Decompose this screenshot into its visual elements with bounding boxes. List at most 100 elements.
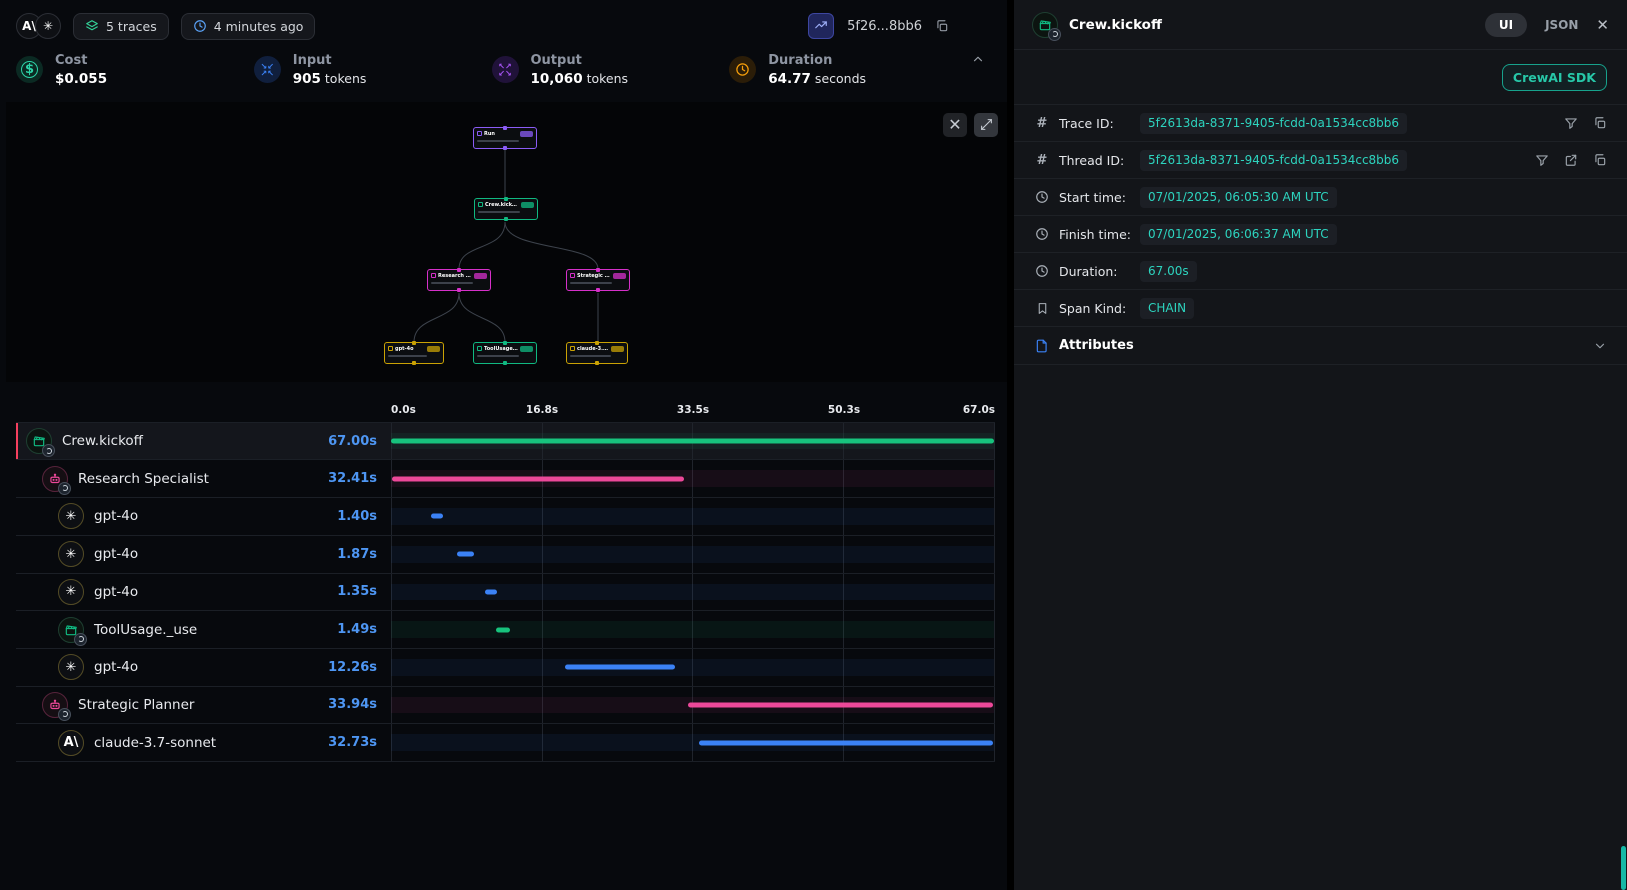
graph-node-run[interactable]: Run <box>473 127 537 149</box>
copy-icon[interactable] <box>935 19 949 33</box>
hash-icon: # <box>1034 153 1050 168</box>
span-bar[interactable] <box>699 740 994 745</box>
close-icon: ✕ <box>948 115 961 134</box>
row-tint <box>391 584 994 601</box>
tab-ui[interactable]: UI <box>1485 13 1527 37</box>
field-label: Duration: <box>1059 264 1131 279</box>
filter-icon[interactable] <box>1564 116 1578 130</box>
field-value: 07/01/2025, 06:05:30 AM UTC <box>1140 187 1337 208</box>
axis-tick: 50.3s <box>828 404 860 416</box>
field-finish-time: Finish time: 07/01/2025, 06:06:37 AM UTC <box>1014 215 1627 252</box>
graph-node-claude-sonnet[interactable]: claude-3.7-sonnet <box>566 342 628 364</box>
analytics-button[interactable] <box>808 13 834 39</box>
axis-tick: 67.0s <box>963 404 995 416</box>
close-icon[interactable]: ✕ <box>1596 16 1609 34</box>
node-badge <box>520 346 533 352</box>
field-label: Finish time: <box>1059 227 1131 242</box>
openai-icon: ✳ <box>58 654 84 680</box>
field-duration: Duration: 67.00s <box>1014 252 1627 289</box>
clock-icon <box>1034 227 1050 241</box>
span-name: gpt-4o <box>94 546 138 562</box>
span-bar[interactable] <box>496 627 509 632</box>
node-icon <box>477 131 482 136</box>
span-row-gpt4o-1[interactable]: ✳ gpt-4o 1.40s <box>16 498 995 536</box>
metric-value: 10,060 <box>531 71 583 87</box>
trace-header-bar: A\ ✳ 5 traces 4 minutes ago 5f26...8bb6 <box>0 0 1007 46</box>
graph-node-research-specialist[interactable]: Research Specialist <box>427 269 491 291</box>
filter-icon[interactable] <box>1535 153 1549 167</box>
span-duration: 1.87s <box>337 547 391 562</box>
span-bar[interactable] <box>565 665 675 670</box>
span-bar[interactable] <box>391 439 994 444</box>
graph-close-button[interactable]: ✕ <box>943 113 967 137</box>
graph-node-strategic-planner[interactable]: Strategic Planner <box>566 269 630 291</box>
metric-duration: Duration 64.77 seconds <box>729 52 967 88</box>
agentops-badge-icon <box>58 482 71 495</box>
external-link-icon[interactable] <box>1564 153 1578 167</box>
field-label: Start time: <box>1059 190 1131 205</box>
span-bar[interactable] <box>688 702 993 707</box>
agent-icon <box>42 692 68 718</box>
openai-icon: ✳ <box>58 579 84 605</box>
field-label: Span Kind: <box>1059 301 1131 316</box>
span-detail-panel: Crew.kickoff UI JSON ✕ CrewAI SDK # Trac… <box>1014 0 1627 890</box>
node-icon <box>477 346 482 351</box>
axis-tick: 16.8s <box>526 404 558 416</box>
span-duration: 1.35s <box>337 584 391 599</box>
span-bar[interactable] <box>392 476 684 481</box>
node-icon <box>570 273 575 278</box>
traces-count-badge[interactable]: 5 traces <box>73 13 169 40</box>
span-row-gpt4o-4[interactable]: ✳gpt-4o12.26s <box>16 649 995 687</box>
span-bar[interactable] <box>457 552 474 557</box>
copy-icon[interactable] <box>1593 116 1607 130</box>
trace-main-area: A\ ✳ 5 traces 4 minutes ago 5f26...8bb6 <box>0 0 1007 890</box>
span-row-gpt4o-2[interactable]: ✳ gpt-4o 1.87s <box>16 536 995 574</box>
trace-graph-canvas[interactable]: Run Crew.kickoff Research Specialist Str… <box>6 102 1007 382</box>
node-subtext <box>478 211 520 213</box>
copy-icon[interactable] <box>1593 153 1607 167</box>
graph-node-toolusage[interactable]: ToolUsage._use <box>473 342 537 364</box>
metric-label: Cost <box>55 52 107 70</box>
metric-cost: $ Cost $0.055 <box>16 52 254 88</box>
span-row-research-specialist[interactable]: Research Specialist32.41s <box>16 460 995 498</box>
span-name: Research Specialist <box>78 471 209 487</box>
field-label: Trace ID: <box>1059 116 1131 131</box>
chevron-down-icon[interactable] <box>1593 339 1607 353</box>
span-row-claude-sonnet[interactable]: A\claude-3.7-sonnet32.73s <box>16 724 995 762</box>
metric-value: 64.77 <box>768 71 811 87</box>
field-value: 67.00s <box>1140 261 1197 282</box>
metrics-summary-bar: $ Cost $0.055 ↘↙↗↖ Input 905 tokens ↖↗↙↘… <box>0 46 1007 102</box>
attributes-section-toggle[interactable]: Attributes <box>1014 326 1627 365</box>
clock-icon <box>1034 264 1050 278</box>
collapse-metrics-chevron-up-icon[interactable] <box>971 52 985 66</box>
agentops-badge-icon <box>58 708 71 721</box>
node-label: ToolUsage._use <box>484 346 518 352</box>
span-row-crew-kickoff[interactable]: Crew.kickoff67.00s <box>16 423 995 461</box>
clock-icon <box>1034 190 1050 204</box>
bookmark-icon <box>1034 302 1050 315</box>
span-name: gpt-4o <box>94 508 138 524</box>
span-row-gpt4o-3[interactable]: ✳gpt-4o1.35s <box>16 574 995 612</box>
scrollbar-thumb[interactable] <box>1621 846 1626 890</box>
field-label: Thread ID: <box>1059 153 1131 168</box>
graph-node-crew-kickoff[interactable]: Crew.kickoff <box>474 198 538 220</box>
span-row-strategic-planner[interactable]: Strategic Planner33.94s <box>16 687 995 725</box>
agentops-badge-icon <box>74 633 87 646</box>
agentops-badge-icon <box>42 444 55 457</box>
layers-icon <box>85 19 99 33</box>
span-name: Crew.kickoff <box>62 433 143 449</box>
tab-json[interactable]: JSON <box>1545 18 1578 32</box>
trace-age-badge: 4 minutes ago <box>181 13 316 40</box>
row-tint <box>391 508 994 525</box>
span-bar[interactable] <box>431 514 444 519</box>
metric-value: 905 <box>293 71 321 87</box>
span-bar[interactable] <box>485 589 497 594</box>
openai-icon: ✳ <box>58 541 84 567</box>
span-row-toolusage[interactable]: ToolUsage._use1.49s <box>16 611 995 649</box>
graph-node-gpt-4o[interactable]: gpt-4o <box>384 342 444 364</box>
openai-icon: ✳ <box>58 503 84 529</box>
node-subtext <box>570 282 612 284</box>
row-tint <box>391 546 994 563</box>
graph-fullscreen-button[interactable] <box>974 113 998 137</box>
span-duration: 1.40s <box>337 509 391 524</box>
